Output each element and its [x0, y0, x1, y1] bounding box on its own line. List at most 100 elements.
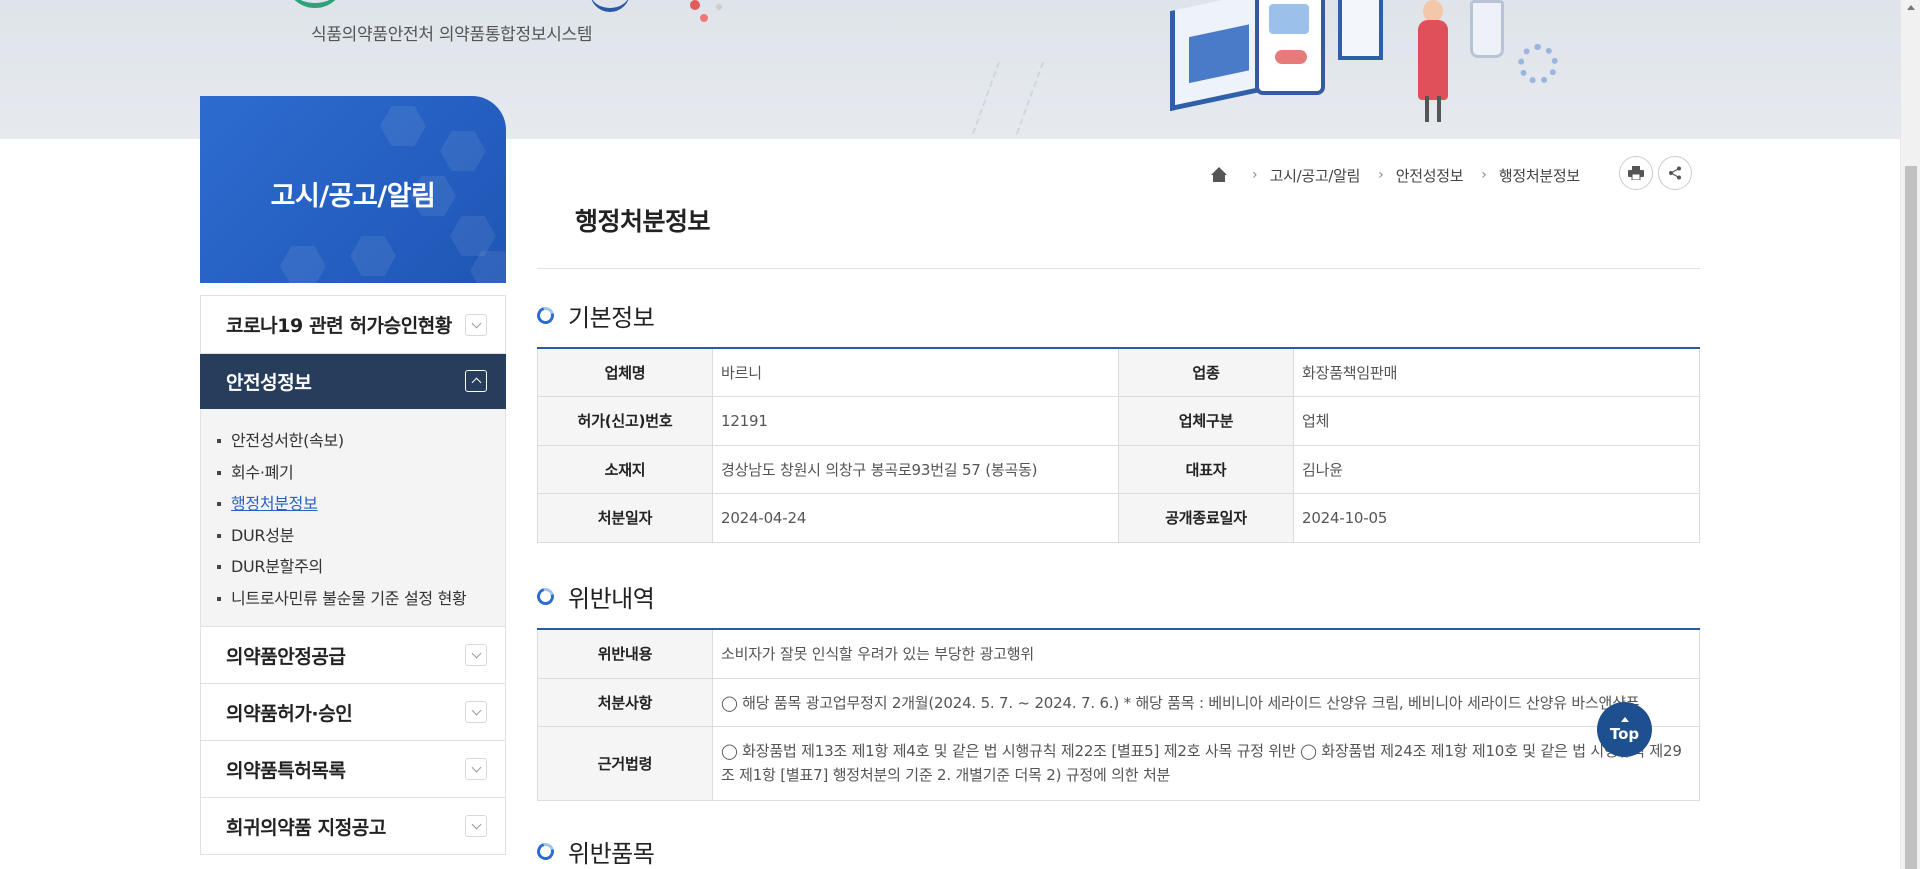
section-title-text: 위반품목 — [568, 840, 655, 868]
section-ring-icon — [533, 584, 558, 609]
breadcrumb-item[interactable]: 안전성정보 — [1396, 165, 1464, 186]
sidebar-item-covid19[interactable]: 코로나19 관련 허가승인현황 — [200, 295, 506, 354]
table-row: 처분사항 ◯ 해당 품목 광고업무정지 2개월(2024. 5. 7. ~ 20… — [537, 677, 1700, 727]
sidebar-submenu: 안전성서한(속보) 회수·폐기 행정처분정보 DUR성분 DUR분할주의 니트로… — [200, 409, 506, 627]
divider — [537, 268, 1700, 269]
molecule-icon — [700, 14, 708, 22]
logo-mark-accent — [590, 0, 630, 12]
bottle-illustration — [1470, 0, 1504, 58]
gear-icon — [1518, 44, 1558, 84]
submenu-item-recall[interactable]: 회수·폐기 — [215, 457, 505, 489]
phone-illustration — [1255, 0, 1325, 95]
submenu-item-dur-ingredient[interactable]: DUR성분 — [215, 520, 505, 552]
submenu-item-admin-disposition[interactable]: 행정처분정보 — [215, 488, 505, 520]
home-icon[interactable] — [1210, 167, 1228, 183]
table-header-cell: 대표자 — [1118, 444, 1294, 494]
section-title-basic-info: 기본정보 — [533, 298, 655, 333]
breadcrumb: › 고시/공고/알림 › 안전성정보 › 행정처분정보 — [1210, 160, 1598, 190]
chevron-down-icon[interactable] — [465, 644, 487, 666]
chevron-down-icon[interactable] — [465, 313, 487, 336]
submenu-item-dur-split[interactable]: DUR분할주의 — [215, 551, 505, 583]
sidebar-title: 고시/공고/알림 — [270, 181, 436, 212]
table-cell: ◯ 화장품법 제13조 제1항 제4호 및 같은 법 시행규칙 제22조 [별표… — [712, 725, 1700, 801]
table-cell: 경상남도 창원시 의창구 봉곡로93번길 57 (봉곡동) — [712, 444, 1119, 494]
arrow-up-icon — [1620, 716, 1629, 722]
submenu-item-nitrosamine[interactable]: 니트로사민류 불순물 기준 설정 현황 — [215, 583, 505, 615]
molecule-icon — [716, 4, 722, 10]
table-row: 허가(신고)번호 12191 업체구분 업체 — [537, 396, 1700, 446]
scrollbar-thumb[interactable] — [1905, 166, 1917, 869]
table-header-cell: 처분일자 — [537, 493, 713, 543]
chevron-right-icon: › — [1378, 167, 1384, 183]
person-illustration — [1415, 0, 1451, 122]
basic-info-table: 업체명 바르니 업종 화장품책임판매 허가(신고)번호 12191 업체구분 업… — [537, 347, 1700, 543]
sidebar-header: 고시/공고/알림 — [200, 96, 506, 283]
print-icon — [1628, 166, 1644, 180]
table-header-cell: 업체구분 — [1118, 396, 1294, 446]
scroll-top-button[interactable]: Top — [1597, 702, 1652, 757]
chevron-up-icon[interactable] — [465, 370, 487, 392]
table-cell: ◯ 해당 품목 광고업무정지 2개월(2024. 5. 7. ~ 2024. 7… — [712, 677, 1700, 727]
table-header-cell: 업종 — [1118, 347, 1294, 397]
table-cell: 소비자가 잘못 인식할 우려가 있는 부당한 광고행위 — [712, 628, 1700, 679]
sidebar-item-orphan-drug[interactable]: 희귀의약품 지정공고 — [200, 798, 506, 855]
share-button[interactable] — [1658, 156, 1692, 190]
vertical-scrollbar[interactable] — [1900, 0, 1920, 869]
print-button[interactable] — [1619, 156, 1653, 190]
chevron-right-icon: › — [1481, 167, 1487, 183]
table-row: 소재지 경상남도 창원시 의창구 봉곡로93번길 57 (봉곡동) 대표자 김나… — [537, 444, 1700, 494]
table-header-cell: 위반내용 — [537, 628, 713, 679]
share-icon — [1669, 166, 1681, 180]
violation-table: 위반내용 소비자가 잘못 인식할 우려가 있는 부당한 광고행위 처분사항 ◯ … — [537, 628, 1700, 801]
molecule-icon — [690, 0, 700, 10]
sidebar-item-label: 희귀의약품 지정공고 — [226, 816, 386, 839]
sidebar-item-label: 의약품허가·승인 — [226, 702, 353, 725]
table-cell: 바르니 — [712, 347, 1119, 397]
section-ring-icon — [533, 303, 558, 328]
breadcrumb-item[interactable]: 고시/공고/알림 — [1270, 165, 1361, 186]
table-header-cell: 업체명 — [537, 347, 713, 397]
document-illustration — [1338, 0, 1383, 60]
table-row: 업체명 바르니 업종 화장품책임판매 — [537, 347, 1700, 397]
sidebar-item-label: 의약품안정공급 — [226, 645, 346, 668]
table-header-cell: 허가(신고)번호 — [537, 396, 713, 446]
sidebar-item-label: 안전성정보 — [226, 371, 312, 394]
table-row: 근거법령 ◯ 화장품법 제13조 제1항 제4호 및 같은 법 시행규칙 제22… — [537, 725, 1700, 801]
chevron-down-icon[interactable] — [465, 758, 487, 780]
table-row: 처분일자 2024-04-24 공개종료일자 2024-10-05 — [537, 493, 1700, 543]
sidebar-item-label: 의약품특허목록 — [226, 759, 346, 782]
logo-mark — [285, 0, 345, 8]
table-cell: 2024-10-05 — [1293, 493, 1700, 543]
section-title-items: 위반품목 — [533, 834, 655, 869]
sidebar-item-label: 코로나19 관련 허가승인현황 — [226, 315, 452, 337]
table-header-cell: 공개종료일자 — [1118, 493, 1294, 543]
table-header-cell: 처분사항 — [537, 677, 713, 727]
dna-icon — [971, 62, 1045, 134]
sidebar-item-approval[interactable]: 의약품허가·승인 — [200, 684, 506, 741]
sidebar-item-stable-supply[interactable]: 의약품안정공급 — [200, 627, 506, 684]
sidebar-item-safety-info[interactable]: 안전성정보 — [200, 354, 506, 409]
section-title-violation: 위반내역 — [533, 579, 655, 614]
table-cell: 업체 — [1293, 396, 1700, 446]
scroll-top-label: Top — [1609, 724, 1640, 743]
table-cell: 12191 — [712, 396, 1119, 446]
table-cell: 2024-04-24 — [712, 493, 1119, 543]
logo-subtitle[interactable]: 식품의약품안전처 의약품통합정보시스템 — [311, 20, 593, 45]
sidebar-menu: 코로나19 관련 허가승인현황 안전성정보 안전성서한(속보) 회수·폐기 행정… — [200, 295, 506, 855]
table-cell: 김나윤 — [1293, 444, 1700, 494]
section-ring-icon — [533, 839, 558, 864]
breadcrumb-item-current[interactable]: 행정처분정보 — [1499, 165, 1580, 186]
chevron-right-icon: › — [1252, 167, 1258, 183]
page-title: 행정처분정보 — [575, 207, 711, 236]
section-title-text: 위반내역 — [568, 585, 655, 613]
chevron-down-icon[interactable] — [465, 815, 487, 837]
table-cell: 화장품책임판매 — [1293, 347, 1700, 397]
table-header-cell: 소재지 — [537, 444, 713, 494]
scroll-up-arrow-icon[interactable] — [1907, 5, 1915, 10]
table-row: 위반내용 소비자가 잘못 인식할 우려가 있는 부당한 광고행위 — [537, 628, 1700, 679]
submenu-item-safety-letter[interactable]: 안전성서한(속보) — [215, 425, 505, 457]
sidebar-item-patent-list[interactable]: 의약품특허목록 — [200, 741, 506, 798]
table-header-cell: 근거법령 — [537, 725, 713, 801]
section-title-text: 기본정보 — [568, 304, 655, 332]
chevron-down-icon[interactable] — [465, 701, 487, 723]
